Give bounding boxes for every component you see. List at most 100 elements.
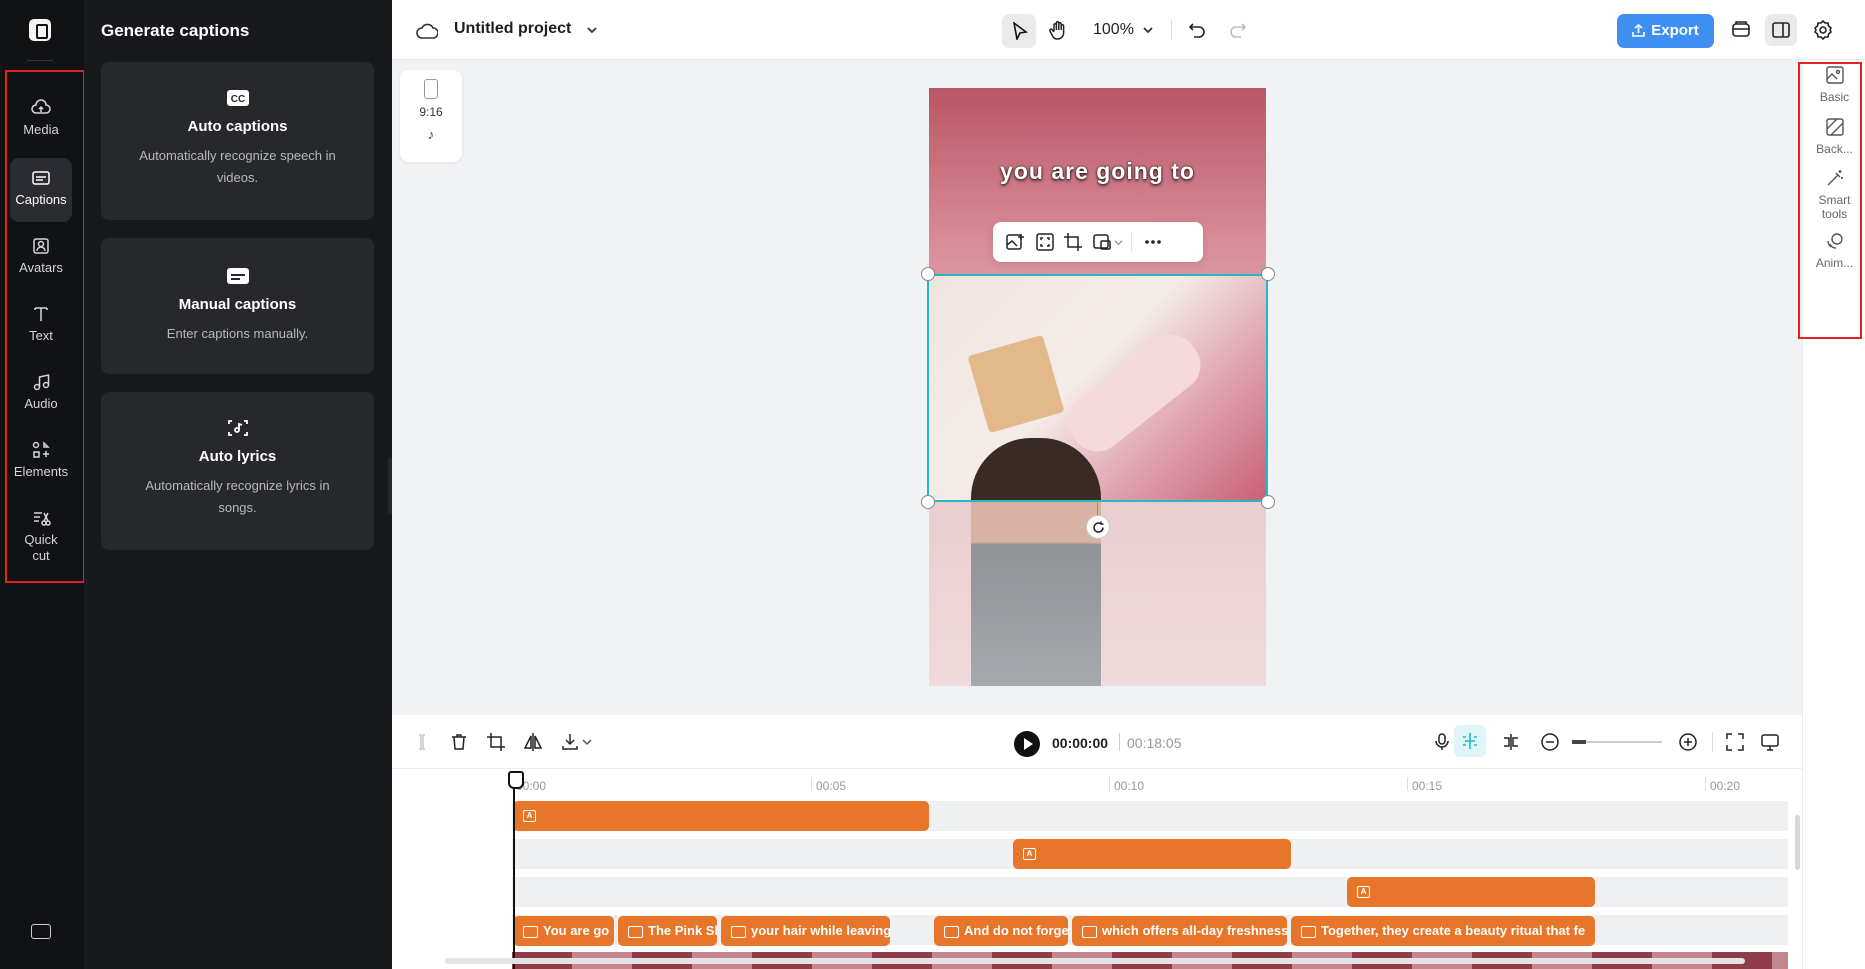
text-clip[interactable]: A xyxy=(1347,877,1595,907)
preview-screen-icon[interactable] xyxy=(1760,732,1780,752)
resize-handle-bottom-right[interactable] xyxy=(1261,495,1275,509)
chevron-down-icon[interactable] xyxy=(586,24,598,36)
toolbar-divider xyxy=(1712,732,1713,752)
highlight-box-left-rail xyxy=(5,70,85,583)
timeline-horizontal-scrollbar[interactable] xyxy=(445,958,1745,964)
card-title: Manual captions xyxy=(178,296,297,313)
aspect-ratio-label: 9:16 xyxy=(419,105,443,119)
tick-label: 00:15 xyxy=(1412,779,1443,793)
crop-icon[interactable] xyxy=(1063,232,1083,252)
manual-captions-card[interactable]: Manual captions Enter captions manually. xyxy=(101,238,374,374)
replace-image-icon[interactable] xyxy=(1005,232,1025,252)
keyboard-shortcuts-icon[interactable] xyxy=(31,924,51,939)
split-disabled-icon[interactable] xyxy=(412,732,432,752)
play-button[interactable] xyxy=(1014,731,1040,757)
select-tool-button[interactable] xyxy=(1002,14,1036,48)
selection-box[interactable] xyxy=(927,274,1268,502)
hand-tool-icon[interactable] xyxy=(1048,20,1068,40)
card-description: Enter captions manually. xyxy=(166,326,309,341)
chevron-down-icon[interactable] xyxy=(582,737,592,747)
aspect-ratio-card[interactable]: 9:16 ♪ xyxy=(400,70,462,162)
cc-icon: CC xyxy=(226,90,249,106)
zoom-level[interactable]: 100% xyxy=(1093,21,1134,39)
resize-handle-top-right[interactable] xyxy=(1261,267,1275,281)
background-remove-icon[interactable] xyxy=(1092,232,1112,252)
svg-text:CC: CC xyxy=(230,94,244,105)
fit-frame-icon[interactable] xyxy=(1035,232,1055,252)
editor-canvas: 9:16 ♪ you are going to xyxy=(392,60,1802,715)
caption-preview-text[interactable]: you are going to xyxy=(929,158,1266,185)
captions-panel: Generate captions CC Auto captions Autom… xyxy=(84,0,392,969)
app-window: { "rail": { "items": [ {"label": "Media"… xyxy=(0,0,1865,969)
auto-lyrics-card[interactable]: Auto lyrics Automatically recognize lyri… xyxy=(101,392,374,550)
resize-handle-top-left[interactable] xyxy=(921,267,935,281)
text-track-3 xyxy=(512,877,1788,907)
timeline-toolbar: 00:00:00 00:18:05 xyxy=(392,715,1802,769)
redo-icon[interactable] xyxy=(1229,21,1247,39)
zoom-chevron-icon[interactable] xyxy=(1142,24,1154,36)
card-title: Auto lyrics xyxy=(198,448,277,465)
app-logo[interactable] xyxy=(29,19,51,41)
export-button[interactable]: Export xyxy=(1617,14,1714,48)
text-clip[interactable]: A xyxy=(513,801,929,831)
current-time: 00:00:00 xyxy=(1052,735,1109,751)
caption-box-icon xyxy=(226,268,249,284)
caption-clip[interactable]: You are go xyxy=(513,916,614,946)
tick-label: 00:05 xyxy=(816,779,847,793)
card-title: Auto captions xyxy=(187,118,288,135)
tick-mark xyxy=(1407,777,1408,791)
split-panel-icon xyxy=(1772,22,1790,38)
resize-handle-bottom-left[interactable] xyxy=(921,495,935,509)
timeline-zoom-slider[interactable] xyxy=(1572,740,1662,744)
download-icon[interactable] xyxy=(560,732,580,752)
microphone-icon[interactable] xyxy=(1432,732,1452,752)
cloud-sync-icon[interactable] xyxy=(416,22,438,40)
undo-icon[interactable] xyxy=(1188,21,1206,39)
gear-icon[interactable] xyxy=(1813,20,1833,40)
card-description: Automatically recognize speech in videos… xyxy=(139,148,336,185)
toolbar-divider xyxy=(1171,20,1172,40)
text-clip-icon: A xyxy=(1023,848,1036,860)
auto-snap-button[interactable] xyxy=(1454,725,1486,757)
rotate-icon xyxy=(1093,521,1104,533)
panel-title: Generate captions xyxy=(101,21,250,40)
top-toolbar: Untitled project 100% Export xyxy=(392,0,1865,60)
playhead[interactable] xyxy=(508,771,524,969)
zoom-out-icon[interactable] xyxy=(1540,732,1560,752)
caption-clip[interactable]: The Pink Sh xyxy=(618,916,717,946)
text-clip-icon: A xyxy=(1357,886,1370,898)
tick-mark xyxy=(1109,777,1110,791)
auto-captions-card[interactable]: CC Auto captions Automatically recognize… xyxy=(101,62,374,220)
timeline-vertical-scrollbar[interactable] xyxy=(1795,815,1800,870)
panel-toggle-button[interactable] xyxy=(1765,14,1797,46)
card-description: Automatically recognize lyrics in songs. xyxy=(145,478,330,515)
fit-timeline-icon[interactable] xyxy=(1725,732,1745,752)
caption-clip[interactable]: which offers all-day freshness xyxy=(1072,916,1287,946)
caption-clip[interactable]: your hair while leaving it irr xyxy=(721,916,890,946)
export-label: Export xyxy=(1651,22,1699,39)
text-clip[interactable]: A xyxy=(1013,839,1291,869)
rotate-stem xyxy=(1097,503,1098,515)
caption-clip[interactable]: And do not forge xyxy=(934,916,1068,946)
cursor-icon xyxy=(1012,22,1028,40)
chevron-down-icon[interactable] xyxy=(1114,238,1123,247)
tick-mark xyxy=(811,777,812,791)
rotate-handle[interactable] xyxy=(1086,515,1110,539)
snap-icon xyxy=(1463,733,1477,749)
tick-label: 00:10 xyxy=(1114,779,1145,793)
phone-ratio-icon xyxy=(424,79,438,99)
zoom-in-icon[interactable] xyxy=(1678,732,1698,752)
more-options-icon[interactable] xyxy=(1143,232,1163,252)
element-context-toolbar xyxy=(993,222,1203,262)
split-clip-icon[interactable] xyxy=(1501,732,1521,752)
flip-icon[interactable] xyxy=(523,732,543,752)
text-clip-icon: A xyxy=(523,810,536,822)
caption-clip[interactable]: Together, they create a beauty ritual th… xyxy=(1291,916,1595,946)
rail-divider xyxy=(27,60,53,61)
tick-mark xyxy=(1705,777,1706,791)
tiktok-icon: ♪ xyxy=(427,127,435,142)
trash-icon[interactable] xyxy=(449,732,469,752)
project-name[interactable]: Untitled project xyxy=(454,20,571,38)
layers-icon[interactable] xyxy=(1731,20,1751,40)
crop-icon[interactable] xyxy=(486,732,506,752)
